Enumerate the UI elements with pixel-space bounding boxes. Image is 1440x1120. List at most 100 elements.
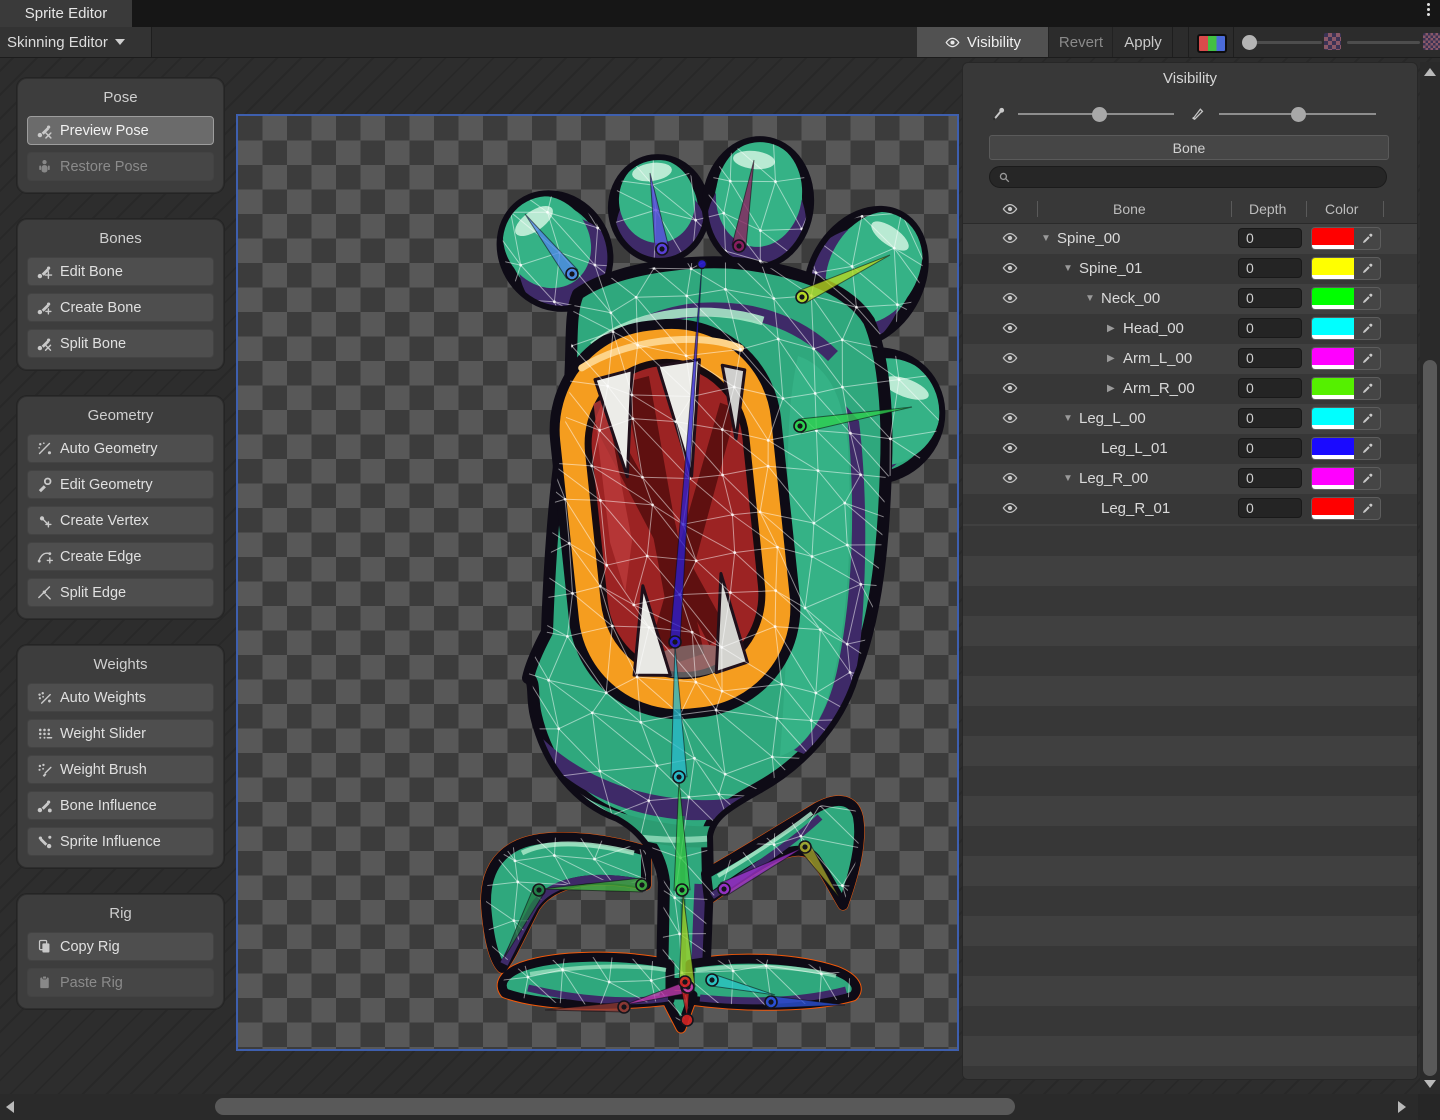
row-visibility-toggle[interactable] bbox=[999, 289, 1023, 309]
depth-input[interactable]: 0 bbox=[1238, 378, 1302, 398]
color-swatch[interactable] bbox=[1312, 468, 1354, 489]
header-eye-icon[interactable] bbox=[999, 200, 1023, 220]
color-channels-button[interactable] bbox=[1197, 34, 1227, 53]
color-swatch[interactable] bbox=[1312, 348, 1354, 369]
eyedropper-button[interactable] bbox=[1354, 378, 1380, 399]
bone-row-Spine_00[interactable]: ▼Spine_000 bbox=[963, 224, 1418, 254]
scroll-up-arrow[interactable] bbox=[1424, 68, 1436, 76]
weight-slider-button[interactable]: Weight Slider bbox=[27, 719, 214, 748]
expand-toggle-icon[interactable]: ▶ bbox=[1107, 382, 1115, 396]
depth-input[interactable]: 0 bbox=[1238, 468, 1302, 488]
create-edge-button[interactable]: Create Edge bbox=[27, 542, 214, 571]
tab-sprite-editor[interactable]: Sprite Editor bbox=[0, 0, 132, 27]
bone-row-Arm_R_00[interactable]: ▶Arm_R_000 bbox=[963, 374, 1418, 404]
color-swatch[interactable] bbox=[1312, 288, 1354, 309]
row-visibility-toggle[interactable] bbox=[999, 439, 1023, 459]
bone-row-Head_00[interactable]: ▶Head_000 bbox=[963, 314, 1418, 344]
edit-bone-button[interactable]: Edit Bone bbox=[27, 257, 214, 286]
row-visibility-toggle[interactable] bbox=[999, 379, 1023, 399]
depth-input[interactable]: 0 bbox=[1238, 258, 1302, 278]
zoom-slider-knob[interactable] bbox=[1242, 35, 1257, 50]
depth-input[interactable]: 0 bbox=[1238, 318, 1302, 338]
eyedropper-button[interactable] bbox=[1354, 438, 1380, 459]
row-visibility-toggle[interactable] bbox=[999, 409, 1023, 429]
bone-row-Arm_L_00[interactable]: ▶Arm_L_000 bbox=[963, 344, 1418, 374]
create-bone-button[interactable]: Create Bone bbox=[27, 293, 214, 322]
bone-row-Leg_R_00[interactable]: ▼Leg_R_000 bbox=[963, 464, 1418, 494]
collapse-toggle-icon[interactable]: ▼ bbox=[1063, 262, 1073, 276]
sprite-canvas[interactable] bbox=[236, 114, 959, 1051]
depth-input[interactable]: 0 bbox=[1238, 408, 1302, 428]
eyedropper-button[interactable] bbox=[1354, 408, 1380, 429]
auto-geometry-button[interactable]: Auto Geometry bbox=[27, 434, 214, 463]
color-swatch[interactable] bbox=[1312, 408, 1354, 429]
eyedropper-button[interactable] bbox=[1354, 468, 1380, 489]
scroll-down-arrow[interactable] bbox=[1424, 1080, 1436, 1088]
color-swatch[interactable] bbox=[1312, 228, 1354, 249]
kebab-menu-icon[interactable] bbox=[1427, 3, 1430, 16]
eyedropper-button[interactable] bbox=[1354, 318, 1380, 339]
row-visibility-toggle[interactable] bbox=[999, 259, 1023, 279]
auto-weights-button[interactable]: Auto Weights bbox=[27, 683, 214, 712]
eyedropper-button[interactable] bbox=[1354, 228, 1380, 249]
split-bone-button[interactable]: Split Bone bbox=[27, 329, 214, 358]
row-visibility-toggle[interactable] bbox=[999, 319, 1023, 339]
create-vertex-button[interactable]: Create Vertex bbox=[27, 506, 214, 535]
row-visibility-toggle[interactable] bbox=[999, 349, 1023, 369]
depth-input[interactable]: 0 bbox=[1238, 288, 1302, 308]
depth-input[interactable]: 0 bbox=[1238, 228, 1302, 248]
depth-input[interactable]: 0 bbox=[1238, 348, 1302, 368]
scroll-left-arrow[interactable] bbox=[6, 1101, 14, 1113]
collapse-toggle-icon[interactable]: ▼ bbox=[1085, 292, 1095, 306]
collapse-toggle-icon[interactable]: ▼ bbox=[1063, 472, 1073, 486]
color-swatch[interactable] bbox=[1312, 378, 1354, 399]
copy-rig-button[interactable]: Copy Rig bbox=[27, 932, 214, 961]
color-swatch[interactable] bbox=[1312, 498, 1354, 519]
color-swatch[interactable] bbox=[1312, 258, 1354, 279]
eye-icon bbox=[999, 349, 1021, 367]
row-visibility-toggle[interactable] bbox=[999, 229, 1023, 249]
horizontal-scroll-thumb[interactable] bbox=[215, 1098, 1015, 1115]
bone-row-Leg_R_01[interactable]: Leg_R_010 bbox=[963, 494, 1418, 524]
editor-mode-dropdown[interactable]: Skinning Editor bbox=[0, 27, 152, 57]
depth-input[interactable]: 0 bbox=[1238, 438, 1302, 458]
bone-row-Neck_00[interactable]: ▼Neck_000 bbox=[963, 284, 1418, 314]
edit-geometry-button[interactable]: Edit Geometry bbox=[27, 470, 214, 499]
row-visibility-toggle[interactable] bbox=[999, 499, 1023, 519]
mesh-opacity-knob[interactable] bbox=[1291, 107, 1306, 122]
collapse-toggle-icon[interactable]: ▼ bbox=[1063, 412, 1073, 426]
collapse-toggle-icon[interactable]: ▼ bbox=[1041, 232, 1051, 246]
split-edge-button[interactable]: Split Edge bbox=[27, 578, 214, 607]
eyedropper-button[interactable] bbox=[1354, 258, 1380, 279]
expand-toggle-icon[interactable]: ▶ bbox=[1107, 352, 1115, 366]
mip-slider[interactable] bbox=[1347, 41, 1420, 44]
expand-toggle-icon[interactable]: ▶ bbox=[1107, 322, 1115, 336]
vertical-scrollbar[interactable] bbox=[1420, 62, 1440, 1094]
mesh-opacity-icon bbox=[1189, 105, 1206, 122]
eyedropper-button[interactable] bbox=[1354, 348, 1380, 369]
bone-opacity-knob[interactable] bbox=[1092, 107, 1107, 122]
preview-pose-button[interactable]: Preview Pose bbox=[27, 116, 214, 145]
bone-name: Leg_L_01 bbox=[1101, 440, 1168, 457]
color-swatch[interactable] bbox=[1312, 438, 1354, 459]
vertical-scroll-thumb[interactable] bbox=[1423, 360, 1437, 1076]
horizontal-scrollbar[interactable] bbox=[0, 1094, 1418, 1120]
visibility-toggle-button[interactable]: Visibility bbox=[917, 27, 1048, 57]
row-visibility-toggle[interactable] bbox=[999, 469, 1023, 489]
sprite-influence-button[interactable]: Sprite Influence bbox=[27, 827, 214, 856]
tab-bone[interactable]: Bone bbox=[989, 135, 1389, 160]
revert-button[interactable]: Revert bbox=[1048, 27, 1113, 57]
mip-low-icon bbox=[1324, 33, 1341, 50]
scroll-right-arrow[interactable] bbox=[1398, 1101, 1406, 1113]
bone-row-Leg_L_00[interactable]: ▼Leg_L_000 bbox=[963, 404, 1418, 434]
bone-search-input[interactable] bbox=[989, 166, 1387, 188]
color-swatch[interactable] bbox=[1312, 318, 1354, 339]
eyedropper-button[interactable] bbox=[1354, 498, 1380, 519]
bone-row-Leg_L_01[interactable]: Leg_L_01 0 bbox=[963, 434, 1418, 464]
bone-influence-button[interactable]: Bone Influence bbox=[27, 791, 214, 820]
weight-brush-button[interactable]: Weight Brush bbox=[27, 755, 214, 784]
depth-input[interactable]: 0 bbox=[1238, 498, 1302, 518]
apply-button[interactable]: Apply bbox=[1112, 27, 1173, 57]
bone-row-Spine_01[interactable]: ▼Spine_010 bbox=[963, 254, 1418, 284]
eyedropper-button[interactable] bbox=[1354, 288, 1380, 309]
